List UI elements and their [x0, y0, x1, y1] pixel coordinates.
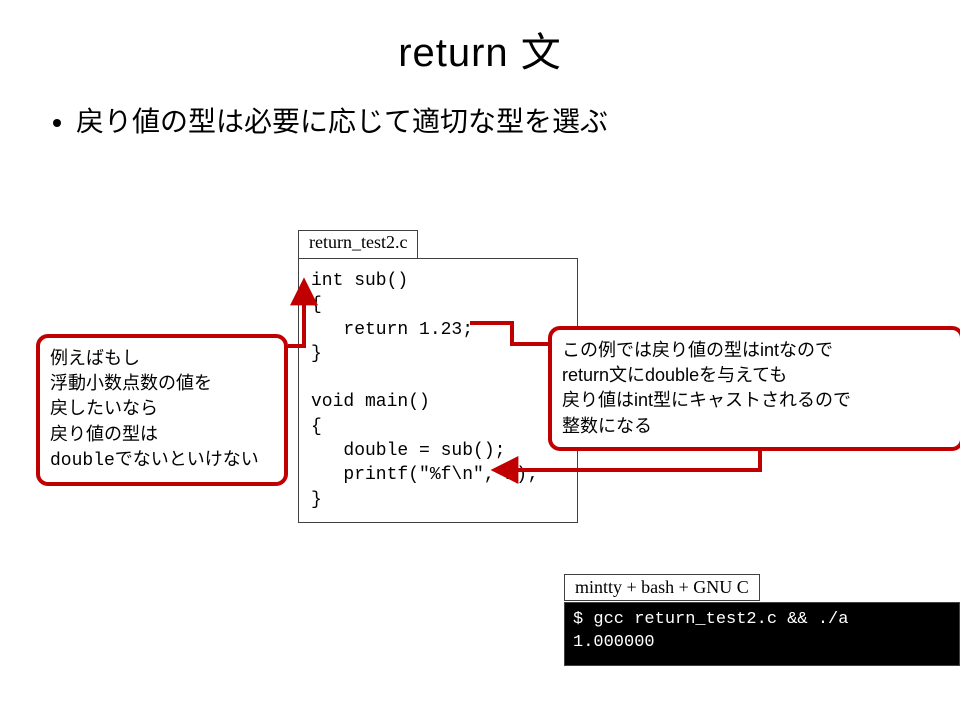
- callout-left-line: 浮動小数点数の値を: [50, 373, 212, 393]
- code-file-tab: return_test2.c: [298, 230, 418, 258]
- callout-left-line: 例えばもし: [50, 348, 140, 368]
- callout-right: この例では戻り値の型はintなので return文にdoubleを与えても 戻り…: [548, 326, 960, 451]
- callout-right-line: 整数になる: [562, 416, 652, 436]
- callout-left-line: doubleでないといけない: [50, 451, 259, 471]
- terminal-box: $ gcc return_test2.c && ./a 1.000000: [564, 602, 960, 666]
- callout-left: 例えばもし 浮動小数点数の値を 戻したいなら 戻り値の型は doubleでないと…: [36, 334, 288, 486]
- code-file-box: return_test2.c int sub() { return 1.23; …: [298, 258, 578, 523]
- terminal-output: $ gcc return_test2.c && ./a 1.000000: [573, 609, 951, 655]
- code-content: int sub() { return 1.23; } void main() {…: [299, 259, 577, 522]
- callout-right-line: 戻り値はint型にキャストされるので: [562, 390, 851, 410]
- callout-right-line: return文にdoubleを与えても: [562, 365, 787, 385]
- bullet-list: 戻り値の型は必要に応じて適切な型を選ぶ: [48, 102, 924, 143]
- slide-title: return 文: [36, 20, 924, 78]
- terminal-label: mintty + bash + GNU C: [564, 574, 760, 601]
- callout-right-line: この例では戻り値の型はintなので: [562, 340, 833, 360]
- callout-left-line: 戻り値の型は: [50, 424, 158, 444]
- callout-left-line: 戻したいなら: [50, 398, 158, 418]
- bullet-item: 戻り値の型は必要に応じて適切な型を選ぶ: [76, 102, 896, 143]
